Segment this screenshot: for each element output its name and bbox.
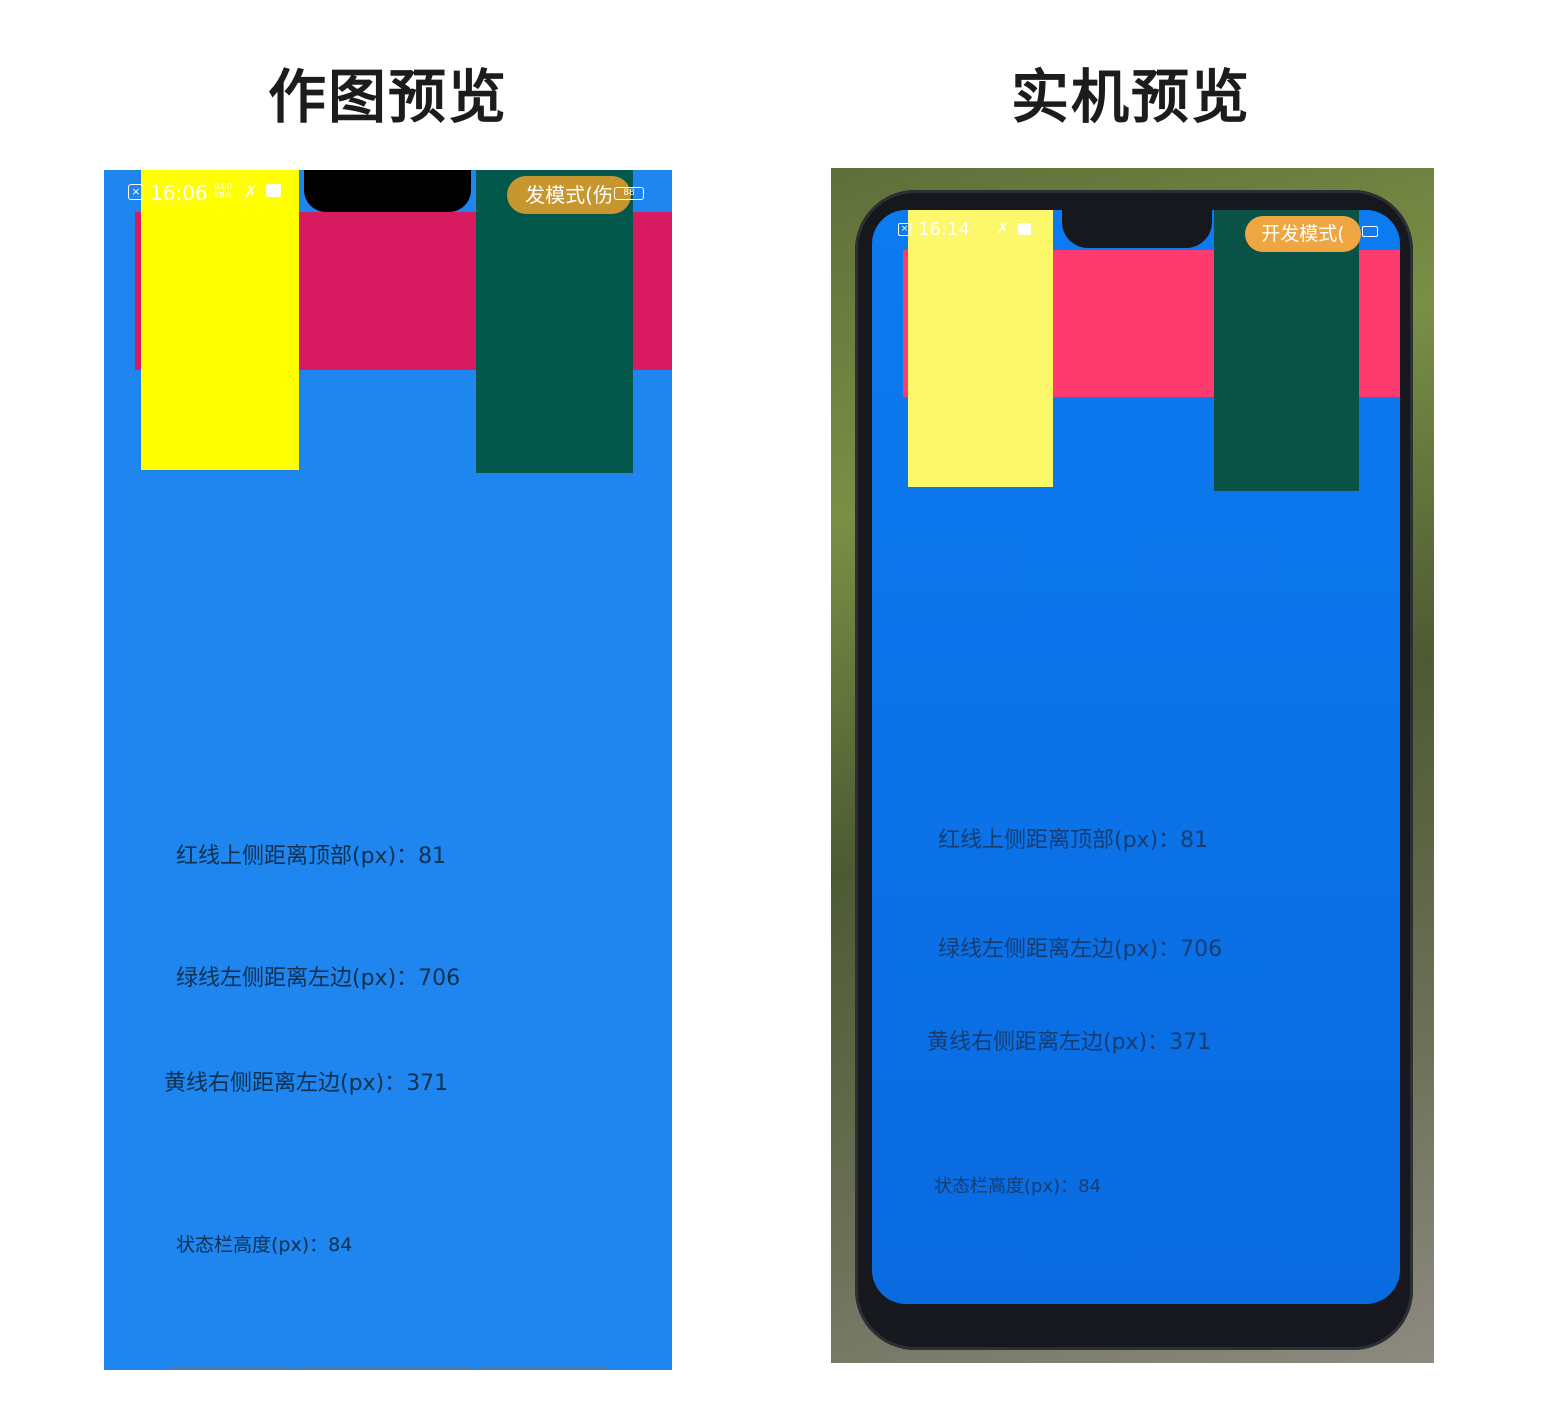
notch [1062,210,1212,248]
info-green-left: 绿线左侧距离左边(px)：706 [176,966,461,991]
yellow-block [141,170,299,470]
battery-icon: 88 [614,187,644,200]
close-box-icon: × [128,184,144,200]
yellow-block [908,210,1053,487]
info-statusbar-height: 状态栏高度(px)：84 [176,1234,353,1256]
bottom-bar-segment [299,1366,476,1370]
green-block [1214,210,1359,491]
notch [304,170,471,212]
design-preview-heading: 作图预览 [267,63,508,131]
status-time: 16:14 [918,219,970,240]
close-box-icon: × [898,223,911,236]
info-statusbar-height: 状态栏高度(px)：84 [934,1176,1102,1197]
info-yellow-right: 黄线右侧距离左边(px)：371 [164,1071,449,1096]
dev-mode-button[interactable]: 发模式(伤 [507,176,631,214]
bottom-bar-segment [480,1366,608,1370]
mail-icon [1018,223,1031,235]
status-time: 16:06 [150,181,208,205]
net-speed-value: 0.00 [214,182,232,191]
device-preview-heading: 实机预览 [1010,63,1251,131]
tools-icon: ✗ [244,182,258,201]
info-red-top: 红线上侧距离顶部(px)：81 [938,828,1209,853]
mail-icon [266,184,281,197]
design-preview-screen: × 16:06 0.00 KB/s ✗ 发模式(伤 88 红线上侧距离顶部(px… [104,170,672,1370]
green-block [476,170,633,473]
net-speed-unit: KB/s [214,191,232,200]
tools-icon: ✗ [997,221,1009,237]
battery-icon [1362,226,1378,237]
info-green-left: 绿线左侧距离左边(px)：706 [938,937,1223,962]
dev-mode-button[interactable]: 开发模式( [1245,216,1361,252]
device-screen: × 16:14 ✗ 开发模式( 红线上侧距离顶部(px)：81 绿线左侧距离左边… [872,210,1400,1304]
info-red-top: 红线上侧距离顶部(px)：81 [176,844,447,869]
bottom-bar-segment [168,1366,296,1370]
info-yellow-right: 黄线右侧距离左边(px)：371 [927,1030,1212,1055]
